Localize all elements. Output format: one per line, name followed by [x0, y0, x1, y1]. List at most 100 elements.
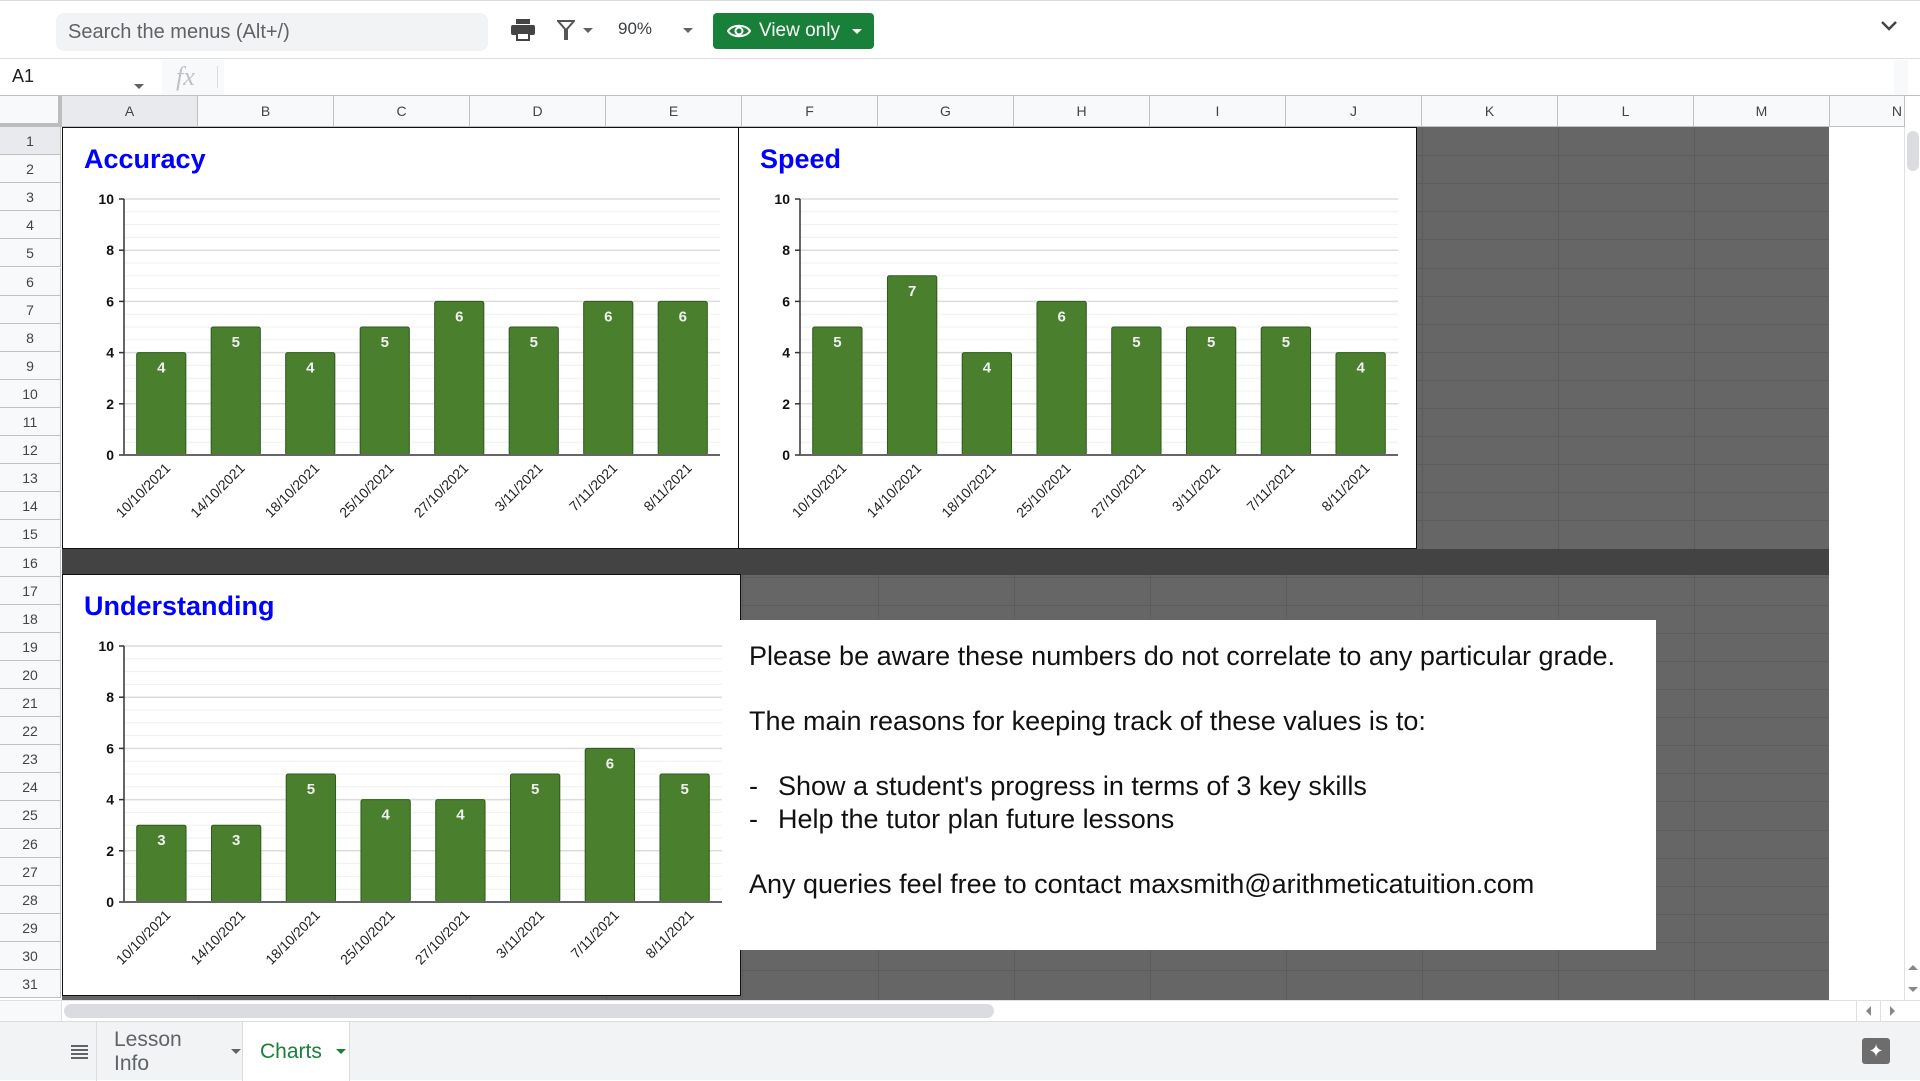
column-header[interactable]: B	[198, 96, 334, 127]
column-header[interactable]: M	[1694, 96, 1830, 127]
x-tick-label: 3/11/2021	[491, 460, 546, 515]
row-header[interactable]: 23	[0, 745, 61, 774]
data-label: 6	[679, 308, 687, 325]
x-tick-label: 7/11/2021	[567, 907, 622, 962]
column-header[interactable]: F	[742, 96, 878, 127]
row-header[interactable]: 26	[0, 829, 61, 858]
zoom-caret-icon[interactable]	[680, 15, 696, 45]
column-header[interactable]: H	[1014, 96, 1150, 127]
data-label: 6	[604, 308, 612, 325]
tab-label: Charts	[260, 1039, 322, 1063]
horizontal-scroll-thumb[interactable]	[64, 1004, 994, 1018]
y-tick-label: 4	[106, 792, 114, 808]
data-label: 5	[381, 334, 389, 351]
x-tick-label: 8/11/2021	[1318, 460, 1373, 515]
note-textbox[interactable]: Please be aware these numbers do not cor…	[740, 620, 1656, 950]
row-header[interactable]: 25	[0, 801, 61, 830]
chart-plot: 0 2 4 6 8 10 4 10/10/2021 5 14/10/2021 4 18/10/2021…	[98, 191, 720, 521]
row-header[interactable]: 1	[0, 127, 61, 156]
scroll-down-button[interactable]	[1905, 979, 1920, 999]
column-header[interactable]: A	[62, 96, 198, 127]
tab-caret-icon[interactable]	[231, 1049, 241, 1054]
bar	[886, 275, 938, 456]
row-header[interactable]: 7	[0, 295, 61, 324]
column-header[interactable]: N	[1830, 96, 1905, 127]
tab-charts[interactable]: Charts	[242, 1022, 350, 1081]
row-header[interactable]: 21	[0, 689, 61, 718]
speed-chart[interactable]: 0 2 4 6 8 10 5 10/10/2021 7 14/10/2021 4 18/10/2021…	[738, 127, 1417, 549]
explore-icon[interactable]: ✦	[1862, 1038, 1890, 1064]
column-header[interactable]: C	[334, 96, 470, 127]
formula-input[interactable]	[226, 60, 1886, 95]
row-header[interactable]: 28	[0, 885, 61, 914]
column-header[interactable]: J	[1286, 96, 1422, 127]
scroll-right-button[interactable]	[1880, 1001, 1904, 1021]
accuracy-chart[interactable]: 0 2 4 6 8 10 4 10/10/2021 5 14/10/2021 4 18/10/2021…	[62, 127, 739, 549]
row-header[interactable]: 24	[0, 773, 61, 802]
row-header[interactable]: 8	[0, 323, 61, 352]
row-header[interactable]: 18	[0, 604, 61, 633]
formula-bar: A1 fx	[0, 60, 1920, 96]
row-header[interactable]: 5	[0, 239, 61, 268]
horizontal-scrollbar[interactable]	[0, 1000, 1920, 1021]
x-tick-label: 14/10/2021	[863, 460, 924, 521]
row-header[interactable]: 30	[0, 941, 61, 970]
row-header[interactable]: 17	[0, 576, 61, 605]
y-tick-label: 10	[98, 638, 114, 654]
name-box[interactable]: A1	[12, 66, 34, 87]
tab-lesson-info[interactable]: Lesson Info	[96, 1022, 241, 1081]
row-header[interactable]: 10	[0, 379, 61, 408]
row-header[interactable]: 20	[0, 660, 61, 689]
row-header[interactable]: 19	[0, 632, 61, 661]
row-header[interactable]: 9	[0, 351, 61, 380]
column-header[interactable]: L	[1558, 96, 1694, 127]
row-header[interactable]: 29	[0, 913, 61, 942]
name-box-caret-icon[interactable]	[134, 76, 144, 94]
row-header[interactable]: 4	[0, 211, 61, 240]
y-tick-label: 0	[106, 894, 114, 910]
x-tick-label: 14/10/2021	[187, 460, 248, 521]
data-label: 5	[833, 334, 841, 351]
row-header[interactable]: 2	[0, 155, 61, 184]
column-header[interactable]: K	[1422, 96, 1558, 127]
row-header[interactable]: 6	[0, 267, 61, 296]
scroll-left-button[interactable]	[1856, 1001, 1880, 1021]
vertical-scroll-thumb[interactable]	[1907, 131, 1919, 171]
search-menus-input[interactable]: Search the menus (Alt+/)	[56, 13, 488, 51]
row-header[interactable]: 27	[0, 857, 61, 886]
row-header[interactable]: 14	[0, 492, 61, 521]
vertical-scrollbar[interactable]	[1904, 127, 1920, 1000]
chart-title: Accuracy	[84, 144, 206, 174]
row-header[interactable]: 15	[0, 520, 61, 549]
column-header[interactable]: G	[878, 96, 1014, 127]
y-tick-label: 2	[106, 843, 114, 859]
column-header[interactable]: E	[606, 96, 742, 127]
filter-caret-icon	[583, 27, 593, 33]
chevron-down-icon[interactable]	[1880, 19, 1898, 37]
zoom-select[interactable]: 90%	[618, 19, 652, 39]
data-label: 7	[908, 283, 916, 300]
printer-icon[interactable]	[510, 15, 536, 45]
row-header[interactable]: 22	[0, 717, 61, 746]
scroll-corner	[0, 1001, 62, 1021]
row-header[interactable]: 31	[0, 970, 61, 999]
select-all-corner[interactable]	[0, 96, 62, 127]
understanding-chart[interactable]: 0 2 4 6 8 10 3 10/10/2021 3 14/10/2021 5 18/10/2021…	[62, 574, 741, 996]
row-header[interactable]: 16	[0, 548, 61, 577]
data-label: 5	[1132, 334, 1140, 351]
row-header[interactable]: 13	[0, 464, 61, 493]
view-only-button[interactable]: View only	[713, 13, 874, 49]
x-tick-label: 3/11/2021	[1169, 460, 1224, 515]
x-tick-label: 25/10/2021	[337, 907, 398, 968]
x-tick-label: 10/10/2021	[113, 907, 174, 968]
column-header[interactable]: I	[1150, 96, 1286, 127]
scroll-up-button[interactable]	[1905, 957, 1920, 977]
tab-caret-icon[interactable]	[335, 1049, 346, 1054]
x-tick-label: 18/10/2021	[262, 460, 323, 521]
all-sheets-menu-icon[interactable]	[62, 1022, 96, 1081]
row-header[interactable]: 12	[0, 436, 61, 465]
filter-button[interactable]	[553, 15, 597, 45]
row-header[interactable]: 11	[0, 408, 61, 437]
column-header[interactable]: D	[470, 96, 606, 127]
row-header[interactable]: 3	[0, 183, 61, 212]
